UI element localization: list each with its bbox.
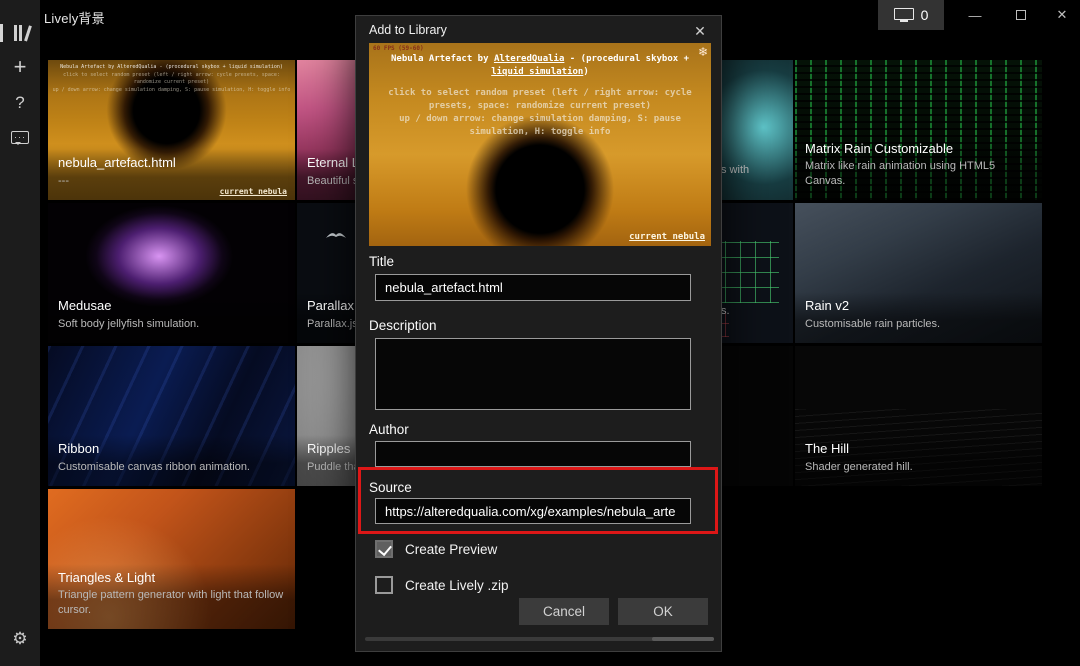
tile-description: Matrix like rain animation using HTML5 C… xyxy=(805,159,1032,188)
description-label: Description xyxy=(369,318,437,333)
tile-description: Customisable canvas ribbon animation. xyxy=(58,460,285,474)
wallpaper-tile-matrix[interactable]: Matrix Rain Customizable Matrix like rai… xyxy=(795,60,1042,200)
tile-title: The Hill xyxy=(805,441,1032,457)
title-input[interactable] xyxy=(375,274,691,301)
app-title: Lively背景 xyxy=(44,8,105,27)
sidebar-item-help[interactable]: ? xyxy=(0,86,40,120)
tile-badge: current_nebula xyxy=(220,187,287,196)
description-input[interactable] xyxy=(375,338,691,410)
scrollbar-thumb[interactable] xyxy=(652,637,714,641)
wallpaper-tile-triangles-light[interactable]: Triangles & Light Triangle pattern gener… xyxy=(48,489,295,629)
cancel-button[interactable]: Cancel xyxy=(519,598,609,625)
tile-title: Medusae xyxy=(58,298,285,314)
close-button[interactable]: ✕ xyxy=(1044,0,1080,30)
monitor-select-button[interactable]: 0 xyxy=(878,0,944,30)
author-label: Author xyxy=(369,422,409,437)
checkbox-label: Create Preview xyxy=(405,542,497,557)
bird-icon xyxy=(325,229,347,241)
tile-title: Triangles & Light xyxy=(58,570,285,586)
wallpaper-tile-nebula[interactable]: Nebula Artefact by AlteredQualia - (proc… xyxy=(48,60,295,200)
dialog-close-button[interactable]: ✕ xyxy=(687,20,713,42)
plus-icon: + xyxy=(14,56,27,78)
tile-title: Rain v2 xyxy=(805,298,1032,314)
preset-name-badge: current_nebula xyxy=(629,232,705,242)
maximize-icon xyxy=(1016,10,1026,20)
checkbox-label: Create Lively .zip xyxy=(405,578,509,593)
tile-title: nebula_artefact.html xyxy=(58,155,285,171)
create-preview-checkbox[interactable] xyxy=(375,540,393,558)
sidebar-item-feedback[interactable]: ··· xyxy=(0,120,40,154)
source-label: Source xyxy=(369,480,412,495)
thumbnail-overlay-text: Nebula Artefact by AlteredQualia - (proc… xyxy=(50,64,293,94)
wallpaper-preview: 60 FPS (59-60) ❄ Nebula Artefact by Alte… xyxy=(369,43,711,246)
sidebar-item-library[interactable] xyxy=(0,16,40,50)
wallpaper-tile-hill[interactable]: The Hill Shader generated hill. xyxy=(795,346,1042,486)
minimize-button[interactable]: — xyxy=(952,0,998,30)
books-icon xyxy=(14,25,27,41)
simulation-link[interactable]: liquid simulation xyxy=(491,67,583,77)
dialog-horizontal-scrollbar[interactable] xyxy=(365,637,714,641)
create-zip-checkbox[interactable] xyxy=(375,576,393,594)
create-preview-option[interactable]: Create Preview xyxy=(375,540,497,558)
wallpaper-tile-rain[interactable]: Rain v2 Customisable rain particles. xyxy=(795,203,1042,343)
gear-icon: ⚙ xyxy=(12,629,27,649)
preview-overlay-text: Nebula Artefact by AlteredQualia - (proc… xyxy=(373,53,707,139)
close-icon: ✕ xyxy=(694,23,706,40)
create-zip-option[interactable]: Create Lively .zip xyxy=(375,576,509,594)
monitor-count: 0 xyxy=(921,7,929,23)
tile-description: Customisable rain particles. xyxy=(805,317,1032,331)
title-label: Title xyxy=(369,254,394,269)
monitor-icon xyxy=(894,8,914,23)
tile-description: Triangle pattern generator with light th… xyxy=(58,588,285,617)
sidebar: + ? ··· ⚙ xyxy=(0,0,40,666)
close-icon: ✕ xyxy=(1057,7,1068,23)
maximize-button[interactable] xyxy=(998,0,1044,30)
chat-icon: ··· xyxy=(11,131,29,144)
author-input[interactable] xyxy=(375,441,691,467)
tile-title: Ribbon xyxy=(58,441,285,457)
app-window: Lively背景 0 — ✕ + ? ··· ⚙ Nebula Artefact… xyxy=(0,0,1080,666)
sidebar-item-add-wallpaper[interactable]: + xyxy=(0,50,40,84)
tile-title: Matrix Rain Customizable xyxy=(805,141,1032,157)
add-to-library-dialog: Add to Library ✕ 60 FPS (59-60) ❄ Nebula… xyxy=(355,15,722,652)
tile-description-fragment: s. xyxy=(721,305,730,317)
author-link[interactable]: AlteredQualia xyxy=(494,54,564,64)
question-icon: ? xyxy=(15,93,24,113)
source-input[interactable] xyxy=(375,498,691,524)
wallpaper-tile-ribbon[interactable]: Ribbon Customisable canvas ribbon animat… xyxy=(48,346,295,486)
tile-description: --- xyxy=(58,174,285,188)
ok-button[interactable]: OK xyxy=(618,598,708,625)
minimize-icon: — xyxy=(969,8,982,23)
tile-description: Shader generated hill. xyxy=(805,460,1032,474)
dialog-title: Add to Library xyxy=(369,23,447,37)
tile-description-fragment: s with xyxy=(721,164,749,176)
tile-description: Soft body jellyfish simulation. xyxy=(58,317,285,331)
fps-counter: 60 FPS (59-60) xyxy=(373,45,424,52)
wallpaper-tile-medusae[interactable]: Medusae Soft body jellyfish simulation. xyxy=(48,203,295,343)
sidebar-item-settings[interactable]: ⚙ xyxy=(0,622,40,656)
